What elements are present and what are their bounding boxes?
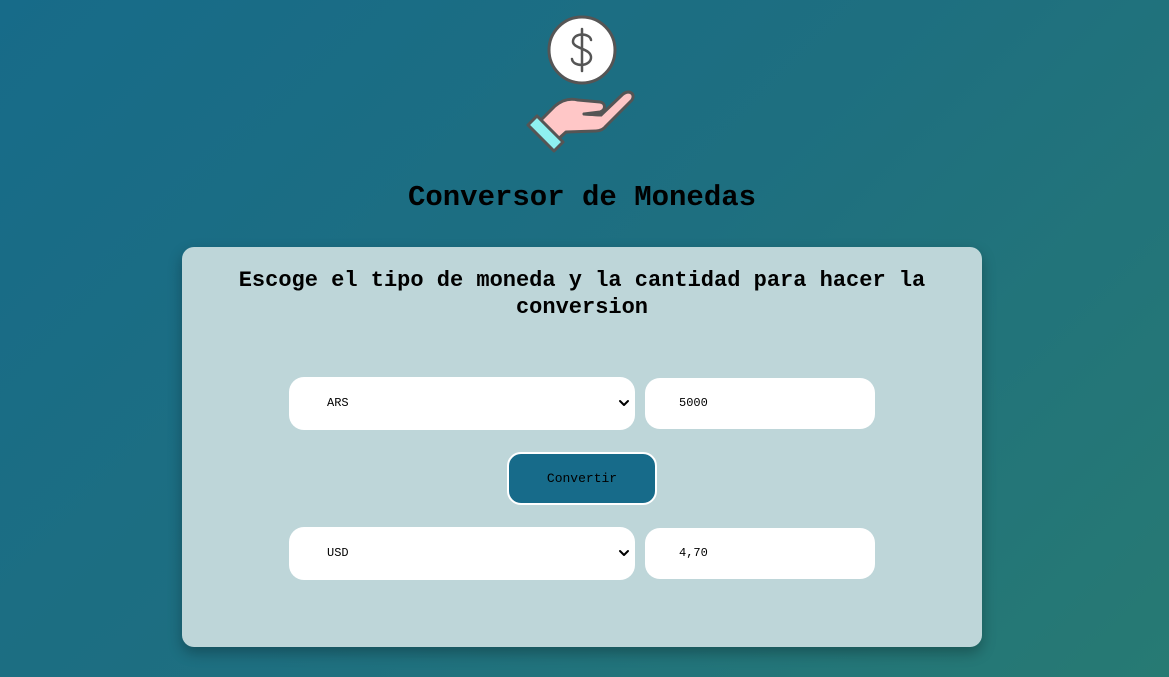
converter-card: Escoge el tipo de moneda y la cantidad p… [182, 247, 982, 647]
to-currency-select[interactable]: USD [289, 527, 635, 580]
from-amount-input[interactable]: 5000 [645, 378, 875, 429]
page-title: Conversor de Monedas [407, 181, 757, 214]
from-amount-value: 5000 [679, 396, 708, 410]
from-currency-select[interactable]: ARS [289, 377, 635, 430]
convert-button[interactable]: Convertir [507, 452, 657, 505]
chevron-down-icon [619, 400, 629, 406]
from-currency-value: ARS [327, 396, 349, 410]
chevron-down-icon [619, 550, 629, 556]
coin-icon [547, 15, 617, 85]
to-amount-value: 4,70 [679, 546, 708, 560]
to-amount-output[interactable]: 4,70 [645, 528, 875, 579]
to-currency-value: USD [327, 546, 349, 560]
hand-holding-dollar-icon [526, 15, 635, 153]
converter-instructions: Escoge el tipo de moneda y la cantidad p… [238, 268, 926, 320]
